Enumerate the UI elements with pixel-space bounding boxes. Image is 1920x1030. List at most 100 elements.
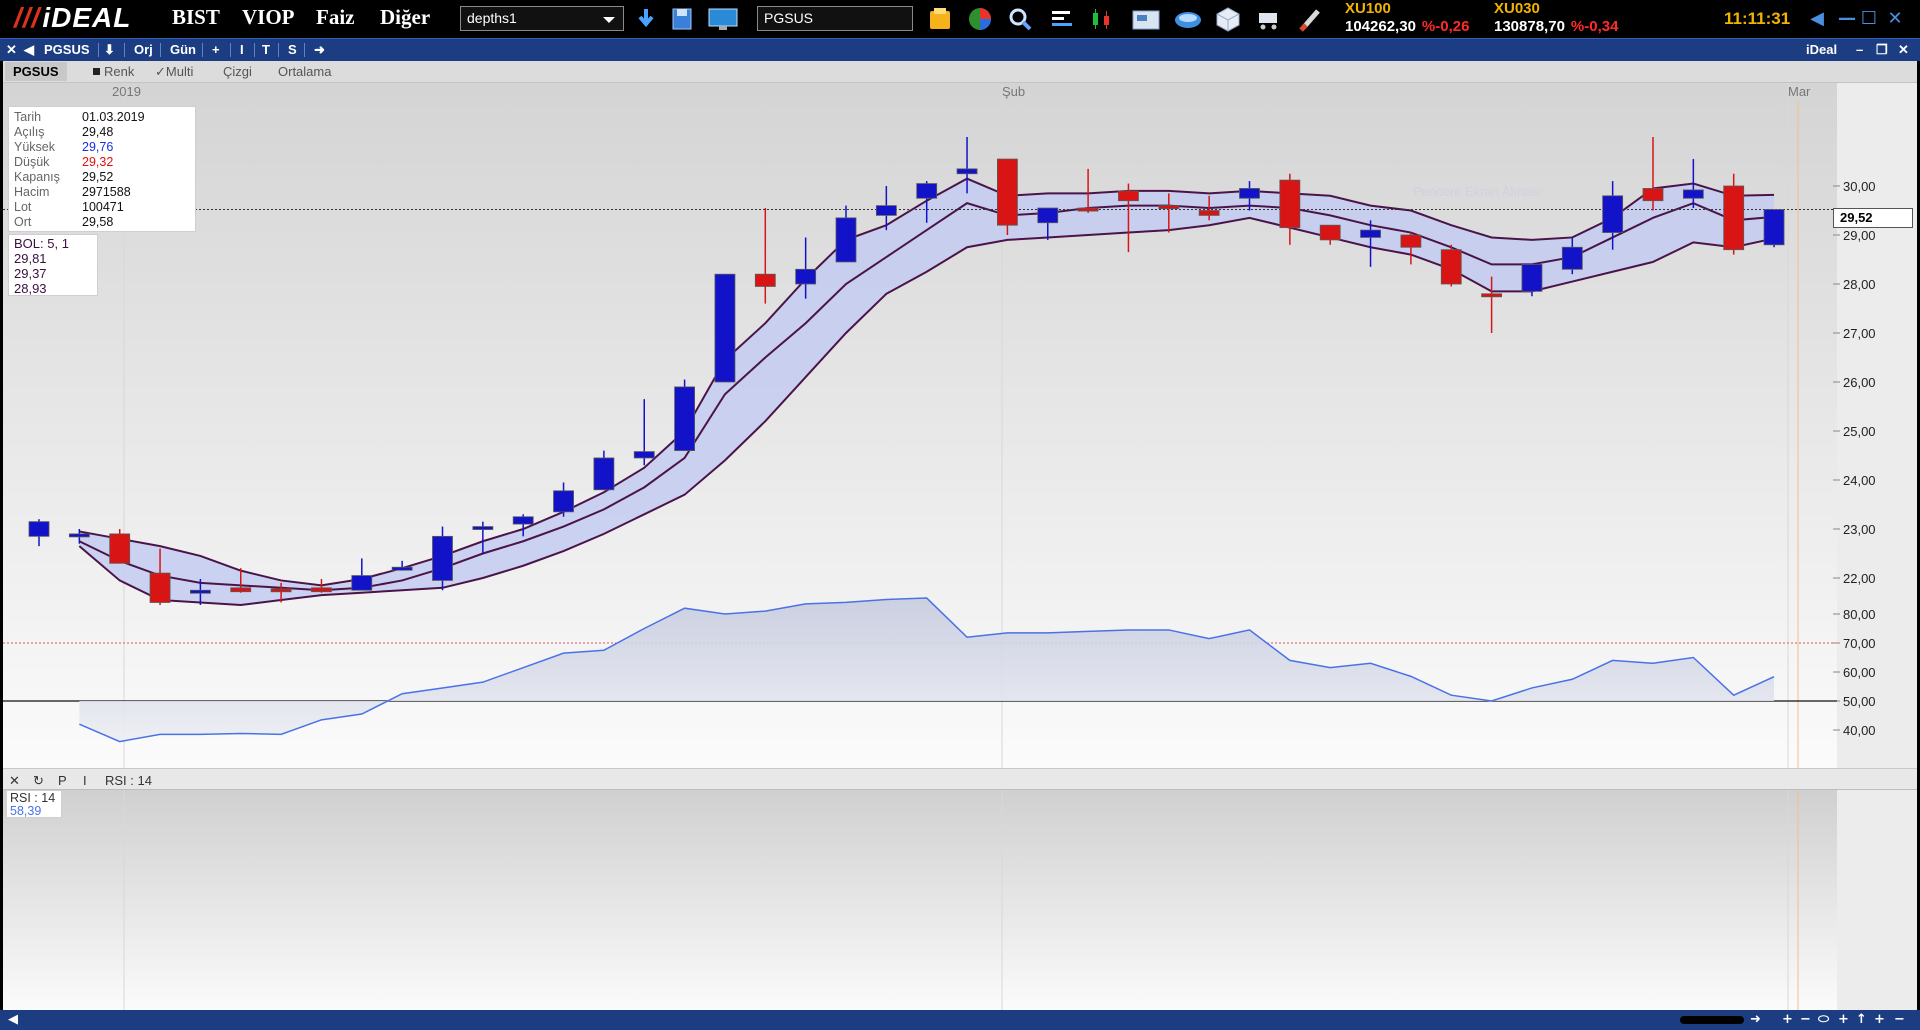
candle-up xyxy=(512,516,534,525)
price-chart[interactable]: 2019 Şub Mar 22,00 23,00 24,00 25,00 26,00 27,00… xyxy=(3,61,1917,1010)
index-change: %-0,26 xyxy=(1421,18,1470,35)
index-xu030[interactable]: XU030 130878,70 %-0,34 xyxy=(1494,0,1618,35)
candle-up xyxy=(1602,195,1624,233)
orj-button[interactable]: Orj xyxy=(134,42,153,57)
info-value: 29,76 xyxy=(82,140,114,154)
rsi-tick-label: 50,00 xyxy=(1843,694,1876,709)
scroll-right-icon[interactable]: ➜ xyxy=(1750,1012,1761,1027)
chart-symbol[interactable]: PGSUS xyxy=(44,42,90,57)
candle-down xyxy=(109,533,131,564)
maximize-icon[interactable]: ☐ xyxy=(1858,8,1880,30)
candle-up xyxy=(875,205,897,216)
bollinger-mid: 29,37 xyxy=(14,266,47,281)
trade-button[interactable]: T xyxy=(262,42,270,57)
index-value: 104262,30 xyxy=(1345,18,1416,35)
pane-minus-icon[interactable]: − xyxy=(1894,1012,1905,1027)
download-small-icon[interactable]: ⬇ xyxy=(104,42,115,58)
info-label: Yüksek xyxy=(14,140,55,154)
news-icon[interactable] xyxy=(1130,5,1162,33)
rsi-axis-background xyxy=(1837,790,1917,1010)
indicator-button[interactable]: I xyxy=(240,42,244,57)
cart-icon[interactable] xyxy=(1254,5,1282,33)
info-row: Düşük 29,32 xyxy=(14,155,195,170)
restore-chart-icon[interactable]: ❐ xyxy=(1876,42,1888,58)
depth-icon[interactable] xyxy=(1048,5,1076,33)
forward-icon[interactable]: ➜ xyxy=(314,42,325,58)
candle-up xyxy=(432,535,453,581)
info-value: 2971588 xyxy=(82,185,131,199)
rsi-tick-label: 80,00 xyxy=(1843,607,1876,622)
candle-up xyxy=(472,526,494,530)
candle-down xyxy=(1723,185,1745,251)
back-icon[interactable]: ◀ xyxy=(1806,8,1828,30)
index-xu100[interactable]: XU100 104262,30 %-0,26 xyxy=(1345,0,1469,35)
last-price-tag: 29,52 xyxy=(1833,208,1913,228)
back-arrow-icon[interactable]: ◀ xyxy=(24,42,34,58)
price-tick-label: 24,00 xyxy=(1843,473,1876,488)
folder-icon[interactable] xyxy=(926,5,954,33)
candle-up xyxy=(1763,209,1785,246)
menu-faiz[interactable]: Faiz xyxy=(316,5,354,30)
pane-up-arrow-icon[interactable]: ↑ xyxy=(1856,1012,1867,1027)
minimize-chart-icon[interactable]: – xyxy=(1856,42,1863,57)
close-rsi-icon[interactable]: ✕ xyxy=(9,773,20,789)
save-icon[interactable] xyxy=(668,5,696,33)
monitor-icon[interactable] xyxy=(706,5,740,33)
price-tick-label: 29,00 xyxy=(1843,228,1876,243)
magnifier-icon[interactable] xyxy=(1006,5,1034,33)
download-icon[interactable] xyxy=(632,5,660,33)
bollinger-title: BOL: 5, 1 xyxy=(14,236,69,251)
candle-up xyxy=(835,217,857,263)
menu-viop[interactable]: VIOP xyxy=(242,5,295,30)
scroll-thumb[interactable] xyxy=(1680,1016,1744,1024)
info-label: Tarih xyxy=(14,110,42,124)
info-value: 100471 xyxy=(82,200,124,214)
candle-down xyxy=(1198,210,1220,216)
candle-down xyxy=(1319,224,1341,241)
period-button[interactable]: Gün xyxy=(170,42,196,57)
layout-select[interactable]: depths1 xyxy=(460,6,624,31)
rsi-info-box: RSI : 14 58,39 xyxy=(6,790,62,818)
zoom-in-icon[interactable]: + xyxy=(1782,1012,1793,1027)
add-button[interactable]: + xyxy=(212,42,220,57)
candle-up xyxy=(553,490,574,513)
info-label: Kapanış xyxy=(14,170,60,184)
rsi-p-button[interactable]: P xyxy=(58,773,67,788)
candle-up xyxy=(674,386,695,451)
cube-icon[interactable] xyxy=(1214,5,1242,33)
period-label: Şub xyxy=(1002,84,1025,99)
fit-icon[interactable]: ⬭ xyxy=(1818,1012,1829,1027)
price-tick-label: 23,00 xyxy=(1843,522,1876,537)
pane-plus-icon[interactable]: + xyxy=(1874,1012,1885,1027)
candle-down xyxy=(1440,249,1462,285)
candle-up xyxy=(1239,188,1260,199)
separator xyxy=(202,43,203,57)
zoom-out-icon[interactable]: − xyxy=(1800,1012,1811,1027)
chart-area[interactable]: PGSUS Renk ✓Multi Çizgi Ortalama 2019 Şub… xyxy=(3,61,1917,1010)
price-tick-label: 28,00 xyxy=(1843,277,1876,292)
menu-diger[interactable]: Diğer xyxy=(380,5,430,30)
pie-chart-icon[interactable] xyxy=(966,5,994,33)
candle-down xyxy=(149,572,171,603)
scroll-left-icon[interactable]: ◀ xyxy=(8,1012,18,1027)
globe-icon[interactable] xyxy=(1172,5,1204,33)
separator xyxy=(304,43,305,57)
brush-icon[interactable] xyxy=(1298,5,1326,33)
system-button[interactable]: S xyxy=(288,42,297,57)
pane-up-icon[interactable]: + xyxy=(1838,1012,1849,1027)
refresh-icon[interactable]: ↻ xyxy=(33,773,44,789)
candle-up xyxy=(714,273,736,383)
price-tick-label: 25,00 xyxy=(1843,424,1876,439)
menu-bist[interactable]: BIST xyxy=(172,5,220,30)
minimize-icon[interactable]: — xyxy=(1836,8,1858,30)
close-icon[interactable]: ✕ xyxy=(1884,8,1906,30)
info-label: Ort xyxy=(14,215,32,229)
symbol-input[interactable]: PGSUS xyxy=(757,6,913,31)
close-chart-icon[interactable]: ✕ xyxy=(6,42,17,58)
ohlc-info-box: Tarih 01.03.2019 Açılış 29,48 Yüksek 29,76 Düş… xyxy=(8,106,196,232)
close-window-icon[interactable]: ✕ xyxy=(1898,42,1909,58)
info-value: 29,32 xyxy=(82,155,114,169)
rsi-i-button[interactable]: I xyxy=(83,773,87,788)
candles-icon[interactable] xyxy=(1088,5,1116,33)
price-tick-label: 22,00 xyxy=(1843,571,1876,586)
